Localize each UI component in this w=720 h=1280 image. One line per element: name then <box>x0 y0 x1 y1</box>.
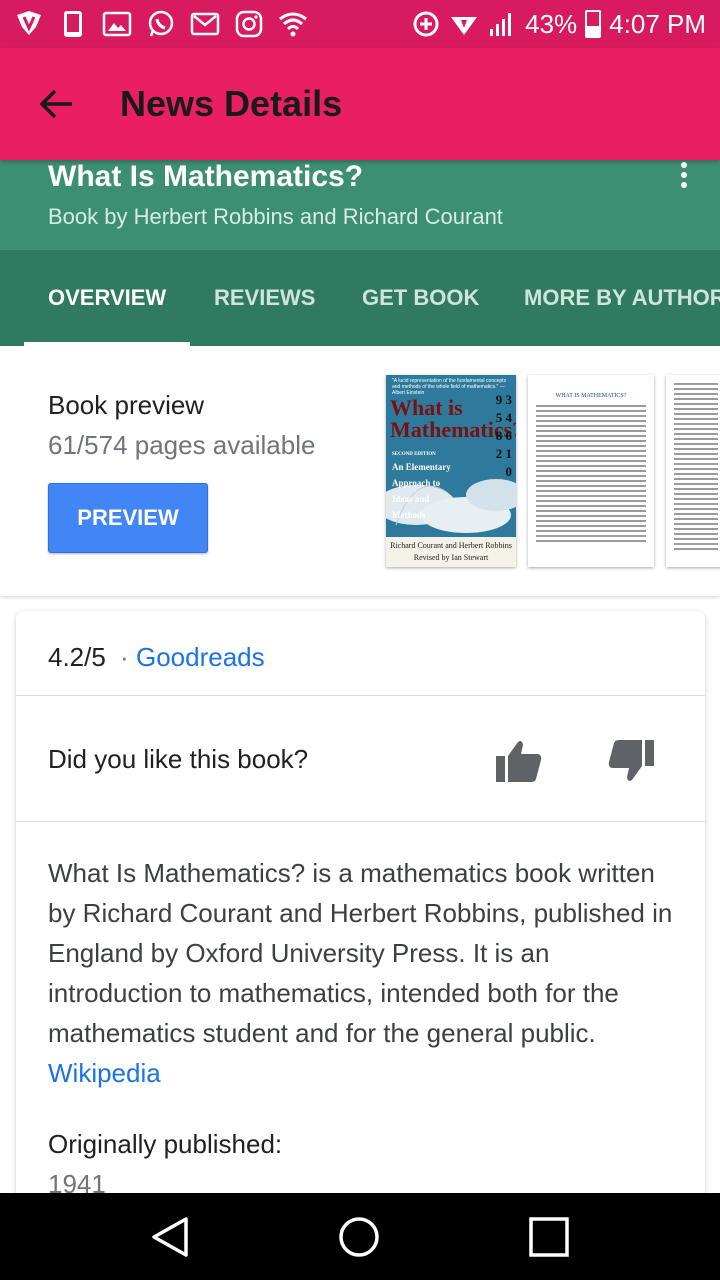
knowledge-panel-header: What Is Mathematics? Book by Herbert Rob… <box>0 160 720 250</box>
page-text-lines <box>666 375 720 550</box>
cover-revised-by: Revised by Ian Stewart <box>413 553 489 562</box>
preview-button[interactable]: PREVIEW <box>48 483 208 553</box>
book-subtitle: Book by Herbert Robbins and Richard Cour… <box>48 204 503 229</box>
rating-value: 4.2/5 <box>48 642 106 672</box>
whatsapp-icon <box>146 9 176 39</box>
shield-icon <box>14 9 44 39</box>
more-options-button[interactable] <box>670 160 698 190</box>
wifi-icon <box>278 9 308 39</box>
book-title: What Is Mathematics? <box>48 160 364 193</box>
book-cover-thumbnail[interactable]: "A lucid representation of the fundament… <box>386 375 516 567</box>
gmail-icon <box>190 9 220 39</box>
tab-reviews[interactable]: REVIEWS <box>214 250 315 346</box>
wikipedia-link[interactable]: Wikipedia <box>48 1058 161 1088</box>
tab-get-book[interactable]: GET BOOK <box>362 250 479 346</box>
cover-number: 2 <box>495 446 503 461</box>
nav-recents-icon[interactable] <box>525 1213 573 1261</box>
more-vert-icon <box>681 162 687 168</box>
navigation-bar <box>0 1193 720 1280</box>
nav-back-icon[interactable] <box>146 1213 194 1261</box>
cover-edition: SECOND EDITION <box>392 452 436 457</box>
tab-more-by-authors[interactable]: MORE BY AUTHORS <box>524 250 720 346</box>
book-info-card: 4.2/5 · Goodreads Did you like this book… <box>16 611 705 1231</box>
rating-separator: · <box>120 642 129 672</box>
data-saver-icon <box>411 9 441 39</box>
arrow-back-icon <box>39 89 72 119</box>
wifi-signal-icon <box>449 9 479 39</box>
system-icons: 43% 4:07 PM <box>411 9 706 40</box>
notification-icons <box>14 9 308 39</box>
app-bar: News Details <box>0 48 720 160</box>
status-bar: 43% 4:07 PM <box>0 0 720 48</box>
app-title: News Details <box>120 83 343 124</box>
preview-pages-available: 61/574 pages available <box>48 430 316 460</box>
cover-number: 9 <box>495 392 503 407</box>
cover-number: 5 <box>495 410 503 425</box>
cover-number: 8 <box>495 428 503 443</box>
image-icon <box>102 9 132 39</box>
book-preview-section: Book preview 61/574 pages available PREV… <box>0 346 720 596</box>
phone-icon <box>58 9 88 39</box>
feedback-row: Did you like this book? <box>16 696 705 822</box>
battery-icon <box>585 10 602 38</box>
cover-numbers: 9 3 5 4 8 6 2 1 0 <box>466 391 512 481</box>
cover-authors: Richard Courant and Herbert Robbins Revi… <box>386 537 516 567</box>
book-page-thumbnail[interactable] <box>666 375 720 567</box>
book-description: What Is Mathematics? is a mathematics bo… <box>48 853 678 1093</box>
page-text-lines <box>528 405 654 542</box>
published-label: Originally published: <box>48 1129 283 1159</box>
rating-row: 4.2/5 · Goodreads <box>16 611 705 696</box>
cover-subtitle: SECOND EDITION An Elementary Approach to… <box>392 451 462 523</box>
cell-signal-icon <box>487 9 517 39</box>
battery-percent: 43% <box>525 8 578 39</box>
preview-label: Book preview <box>48 390 205 420</box>
description-text: What Is Mathematics? is a mathematics bo… <box>48 858 673 1048</box>
feedback-question: Did you like this book? <box>48 744 309 774</box>
clock: 4:07 PM <box>609 8 706 39</box>
goodreads-link[interactable]: Goodreads <box>136 642 265 673</box>
thumb-up-icon[interactable] <box>494 736 544 786</box>
cover-number: 6 <box>505 428 513 443</box>
cover-number: 1 <box>505 446 513 461</box>
cover-number: 4 <box>505 410 513 425</box>
cover-number: 0 <box>505 464 513 479</box>
book-page-thumbnail[interactable]: WHAT IS MATHEMATICS? <box>528 375 654 567</box>
thumb-down-icon[interactable] <box>606 736 656 786</box>
battery-level <box>587 25 600 36</box>
cover-number: 3 <box>505 392 513 407</box>
nav-home-icon[interactable] <box>335 1213 383 1261</box>
page-heading: WHAT IS MATHEMATICS? <box>555 393 627 399</box>
instagram-icon <box>234 9 264 39</box>
tab-overview[interactable]: OVERVIEW <box>48 250 166 346</box>
cover-subtitle-text: An Elementary Approach to Ideas and Meth… <box>392 462 451 520</box>
back-button[interactable] <box>20 68 92 140</box>
tab-bar: OVERVIEW REVIEWS GET BOOK MORE BY AUTHOR… <box>0 250 720 346</box>
cover-author-names: Richard Courant and Herbert Robbins <box>390 541 512 550</box>
